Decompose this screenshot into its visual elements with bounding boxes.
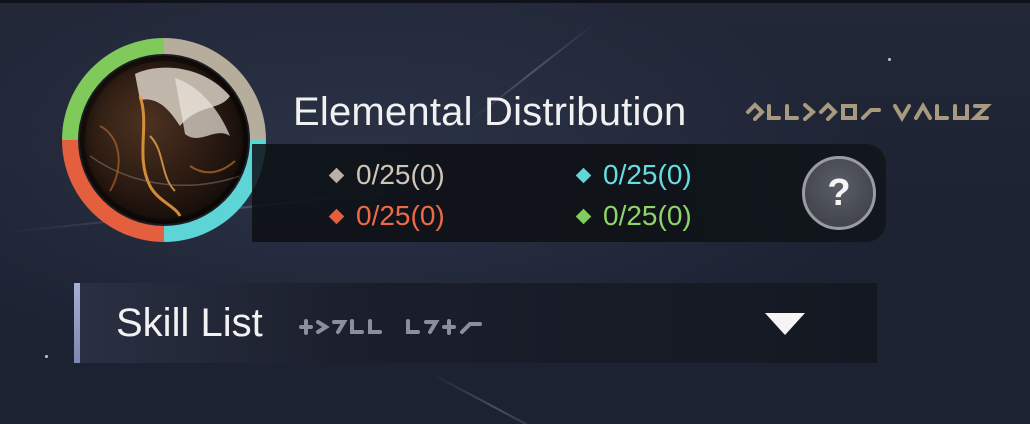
stat-fire-value: 0/25(0) (356, 200, 445, 231)
question-mark-icon: ? (827, 171, 851, 214)
stat-ice-value: 0/25(0) (603, 159, 692, 190)
diamond-nature-icon (575, 208, 592, 224)
orb-texture (80, 56, 248, 224)
background-star (45, 355, 48, 358)
stat-neutral-value: 0/25(0) (356, 159, 445, 190)
background-streak (429, 372, 563, 424)
panel-title: Elemental Distribution (293, 90, 687, 134)
top-border (0, 0, 1030, 3)
elemental-panel-screen: Elemental Distribution 0/25(0) 0/25(0) 0… (0, 0, 1030, 424)
element-orb-icon (80, 56, 248, 224)
stat-nature-value: 0/25(0) (603, 200, 692, 231)
stat-neutral: 0/25(0) (328, 158, 445, 192)
skill-list-accent (74, 283, 80, 363)
skill-list-label: Skill List (116, 301, 263, 345)
background-star (888, 58, 891, 61)
skill-runes-icon (299, 319, 482, 335)
triangle-down-icon[interactable] (765, 313, 805, 335)
decorative-runes-icon (746, 102, 992, 122)
stat-ice: 0/25(0) (575, 158, 692, 192)
stat-fire: 0/25(0) (328, 199, 445, 233)
diamond-neutral-icon (328, 167, 345, 183)
diamond-ice-icon (575, 167, 592, 183)
help-button[interactable]: ? (802, 156, 876, 230)
diamond-fire-icon (328, 208, 345, 224)
stat-nature: 0/25(0) (575, 199, 692, 233)
